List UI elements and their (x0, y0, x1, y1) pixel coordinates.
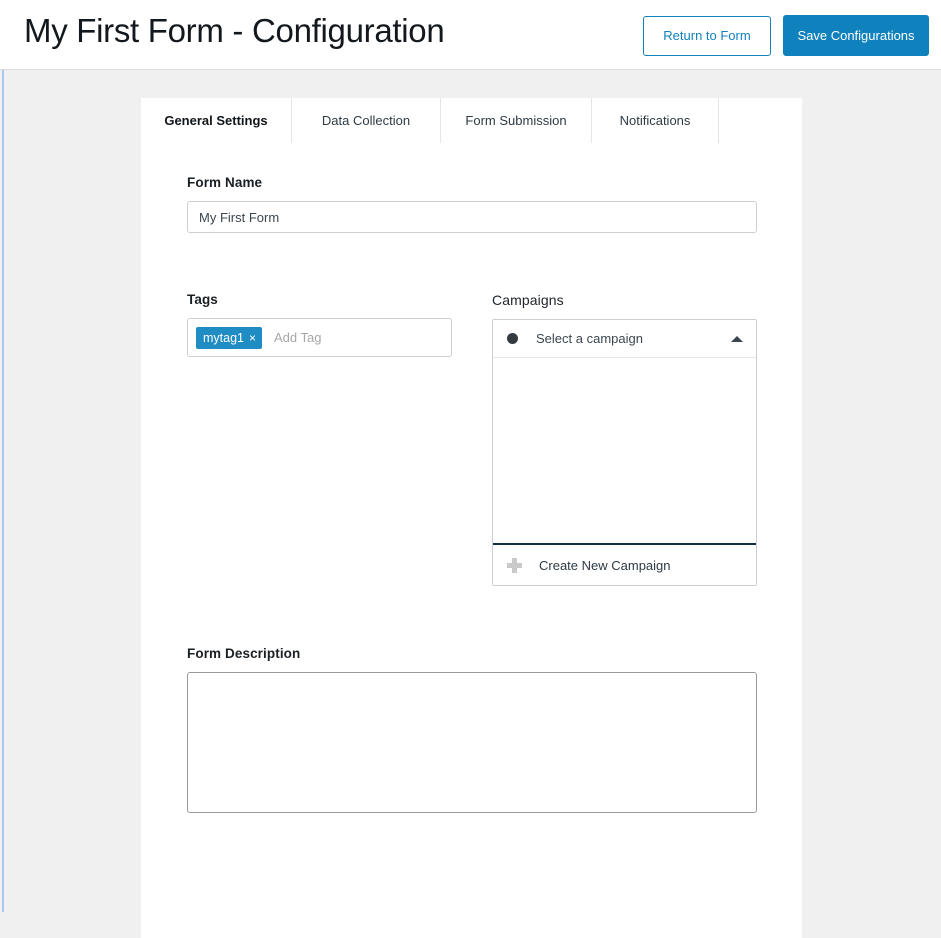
configuration-card: General Settings Data Collection Form Su… (141, 98, 802, 938)
form-name-group: Form Name (187, 175, 757, 233)
tab-bar-spacer (719, 98, 802, 143)
campaign-options-list[interactable] (493, 358, 756, 545)
tag-chip-label: mytag1 (203, 330, 244, 345)
tags-group: Tags mytag1 × (187, 292, 453, 357)
tab-bar: General Settings Data Collection Form Su… (141, 98, 802, 143)
create-new-campaign-button[interactable]: Create New Campaign (493, 545, 756, 585)
tab-general-settings[interactable]: General Settings (141, 98, 292, 143)
form-description-label: Form Description (187, 646, 301, 661)
campaign-bullet-icon (507, 333, 518, 344)
form-name-input[interactable] (187, 201, 757, 233)
plus-icon (507, 557, 522, 573)
campaign-select-value: Select a campaign (536, 331, 643, 346)
tab-notifications[interactable]: Notifications (592, 98, 719, 143)
tab-form-submission[interactable]: Form Submission (441, 98, 592, 143)
tags-input-container[interactable]: mytag1 × (187, 318, 453, 357)
tag-chip[interactable]: mytag1 × (196, 326, 263, 349)
form-description-group: Form Description (187, 646, 757, 818)
return-to-form-button[interactable]: Return to Form (643, 15, 771, 56)
campaign-select-header[interactable]: Select a campaign (493, 320, 756, 358)
header-actions: Return to Form Save Configurations (643, 15, 929, 56)
tag-remove-icon[interactable]: × (249, 332, 256, 344)
campaign-select: Select a campaign Create New Campaign (492, 319, 757, 586)
page-title: My First Form - Configuration (24, 12, 445, 49)
campaigns-group: Campaigns Select a campaign Create New C… (492, 292, 757, 586)
tab-data-collection[interactable]: Data Collection (292, 98, 441, 143)
chevron-up-icon[interactable] (731, 335, 743, 342)
create-new-campaign-label: Create New Campaign (539, 557, 671, 573)
general-settings-panel: Form Name Tags mytag1 × Campaigns (141, 143, 802, 938)
add-tag-input[interactable] (272, 325, 453, 350)
save-configurations-button[interactable]: Save Configurations (783, 15, 929, 56)
form-name-label: Form Name (187, 175, 263, 190)
app-header: My First Form - Configuration Return to … (0, 0, 941, 70)
tags-label: Tags (187, 292, 218, 307)
form-description-textarea[interactable] (187, 672, 757, 813)
content-area: General Settings Data Collection Form Su… (0, 70, 941, 938)
left-edge-accent-strip (2, 70, 4, 912)
campaigns-label: Campaigns (492, 292, 564, 308)
